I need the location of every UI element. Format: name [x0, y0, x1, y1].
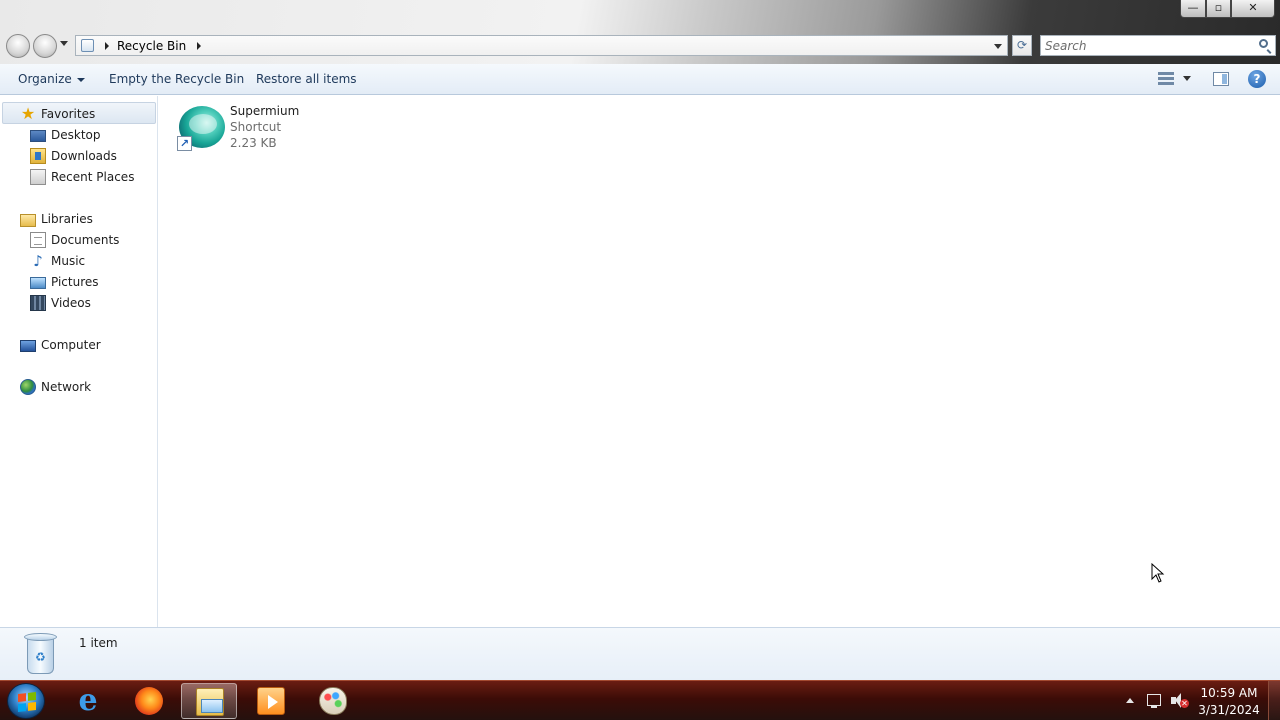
- nav-recent-places[interactable]: Recent Places: [30, 167, 134, 187]
- file-list[interactable]: ↗ Supermium Shortcut 2.23 KB: [159, 96, 1280, 627]
- address-dropdown-icon[interactable]: [994, 44, 1002, 49]
- network-icon: [20, 379, 36, 395]
- taskbar-windows-explorer[interactable]: [181, 683, 237, 719]
- internet-explorer-icon: e: [78, 683, 98, 718]
- file-name: Supermium: [230, 104, 300, 118]
- file-item-supermium[interactable]: ↗ Supermium Shortcut 2.23 KB: [175, 102, 325, 154]
- music-icon: ♪: [33, 252, 43, 270]
- clock-time[interactable]: 10:59 AM: [1196, 686, 1262, 700]
- nav-network[interactable]: Network: [20, 377, 91, 397]
- forward-button[interactable]: [33, 34, 57, 58]
- taskbar-internet-explorer[interactable]: e: [60, 683, 116, 719]
- command-bar: Organize Empty the Recycle Bin Restore a…: [0, 64, 1280, 95]
- file-type: Shortcut: [230, 120, 282, 134]
- nav-documents-label: Documents: [51, 233, 120, 247]
- nav-desktop-label: Desktop: [51, 128, 101, 142]
- videos-icon: [30, 295, 46, 311]
- nav-network-label: Network: [41, 380, 92, 394]
- show-desktop-button[interactable]: [1268, 681, 1280, 720]
- change-view-icon[interactable]: [1158, 72, 1174, 86]
- details-pane: 1 item: [0, 627, 1280, 680]
- restore-all-items-button[interactable]: Restore all items: [256, 72, 357, 86]
- documents-icon: [30, 232, 46, 248]
- nav-computer-label: Computer: [41, 338, 101, 352]
- desktop-icon: [30, 130, 46, 142]
- nav-pictures[interactable]: Pictures: [30, 272, 99, 292]
- nav-favorites[interactable]: ★ Favorites: [20, 104, 95, 124]
- view-options-chevron-icon[interactable]: [1183, 76, 1191, 81]
- recycle-bin-location-icon: [81, 39, 94, 52]
- empty-recycle-bin-button[interactable]: Empty the Recycle Bin: [109, 72, 244, 86]
- nav-desktop[interactable]: Desktop: [30, 125, 101, 145]
- recent-pages-dropdown[interactable]: [60, 41, 68, 46]
- organize-button[interactable]: Organize: [18, 72, 85, 86]
- maximize-button[interactable]: ▫: [1206, 0, 1231, 18]
- breadcrumb-arrow-icon[interactable]: [105, 42, 109, 50]
- minimize-button[interactable]: —: [1180, 0, 1206, 18]
- chevron-down-icon: [76, 77, 85, 82]
- recent-places-icon: [30, 169, 46, 185]
- windows-logo-icon: [18, 692, 36, 712]
- organize-label: Organize: [18, 72, 72, 86]
- taskbar: e ✕ 10:59 AM 3/31/2024: [0, 680, 1280, 720]
- nav-videos-label: Videos: [51, 296, 91, 310]
- recycle-bin-icon: [24, 633, 57, 675]
- file-size: 2.23 KB: [230, 136, 277, 150]
- nav-recent-places-label: Recent Places: [51, 170, 135, 184]
- taskbar-firefox[interactable]: [121, 683, 177, 719]
- address-bar[interactable]: Recycle Bin: [75, 35, 1008, 56]
- downloads-icon: [30, 148, 46, 164]
- volume-muted-icon[interactable]: ✕: [1171, 693, 1189, 709]
- nav-favorites-label: Favorites: [41, 107, 96, 121]
- media-player-icon: [257, 687, 285, 715]
- breadcrumb-recycle-bin[interactable]: Recycle Bin: [117, 39, 186, 53]
- nav-documents[interactable]: Documents: [30, 230, 119, 250]
- pictures-icon: [30, 277, 46, 289]
- navigation-pane: ★ Favorites Desktop Downloads Recent Pla…: [0, 96, 158, 627]
- nav-pictures-label: Pictures: [51, 275, 99, 289]
- supermium-icon: ↗: [177, 104, 225, 152]
- folder-icon: [196, 688, 224, 716]
- taskbar-paint[interactable]: [305, 683, 361, 719]
- nav-music[interactable]: ♪ Music: [30, 251, 85, 271]
- nav-downloads[interactable]: Downloads: [30, 146, 117, 166]
- show-hidden-icons-icon[interactable]: [1126, 698, 1134, 703]
- title-bar: — ▫ ✕ Recycle Bin ⟳: [0, 0, 1280, 64]
- nav-videos[interactable]: Videos: [30, 293, 91, 313]
- firefox-icon: [135, 687, 163, 715]
- clock-date[interactable]: 3/31/2024: [1196, 703, 1262, 717]
- preview-pane-icon[interactable]: [1213, 72, 1229, 86]
- breadcrumb-arrow-icon[interactable]: [197, 42, 201, 50]
- computer-icon: [20, 339, 36, 352]
- help-icon[interactable]: ?: [1248, 70, 1266, 88]
- star-icon: ★: [20, 104, 36, 123]
- refresh-button[interactable]: ⟳: [1012, 35, 1032, 56]
- shortcut-arrow-icon: ↗: [177, 136, 192, 151]
- nav-music-label: Music: [51, 254, 86, 268]
- back-button[interactable]: [6, 34, 30, 58]
- start-button[interactable]: [7, 683, 45, 719]
- action-center-icon[interactable]: [1147, 694, 1161, 708]
- item-count: 1 item: [79, 636, 118, 650]
- search-icon[interactable]: [1259, 39, 1268, 48]
- paint-palette-icon: [319, 687, 347, 715]
- search-box[interactable]: [1040, 35, 1276, 56]
- nav-libraries[interactable]: Libraries: [20, 209, 93, 229]
- nav-downloads-label: Downloads: [51, 149, 117, 163]
- window-controls: — ▫ ✕: [1180, 0, 1275, 18]
- close-button[interactable]: ✕: [1231, 0, 1275, 18]
- search-input[interactable]: [1041, 36, 1241, 55]
- nav-computer[interactable]: Computer: [20, 335, 101, 355]
- libraries-icon: [20, 213, 36, 227]
- nav-libraries-label: Libraries: [41, 212, 93, 226]
- taskbar-media-player[interactable]: [243, 683, 299, 719]
